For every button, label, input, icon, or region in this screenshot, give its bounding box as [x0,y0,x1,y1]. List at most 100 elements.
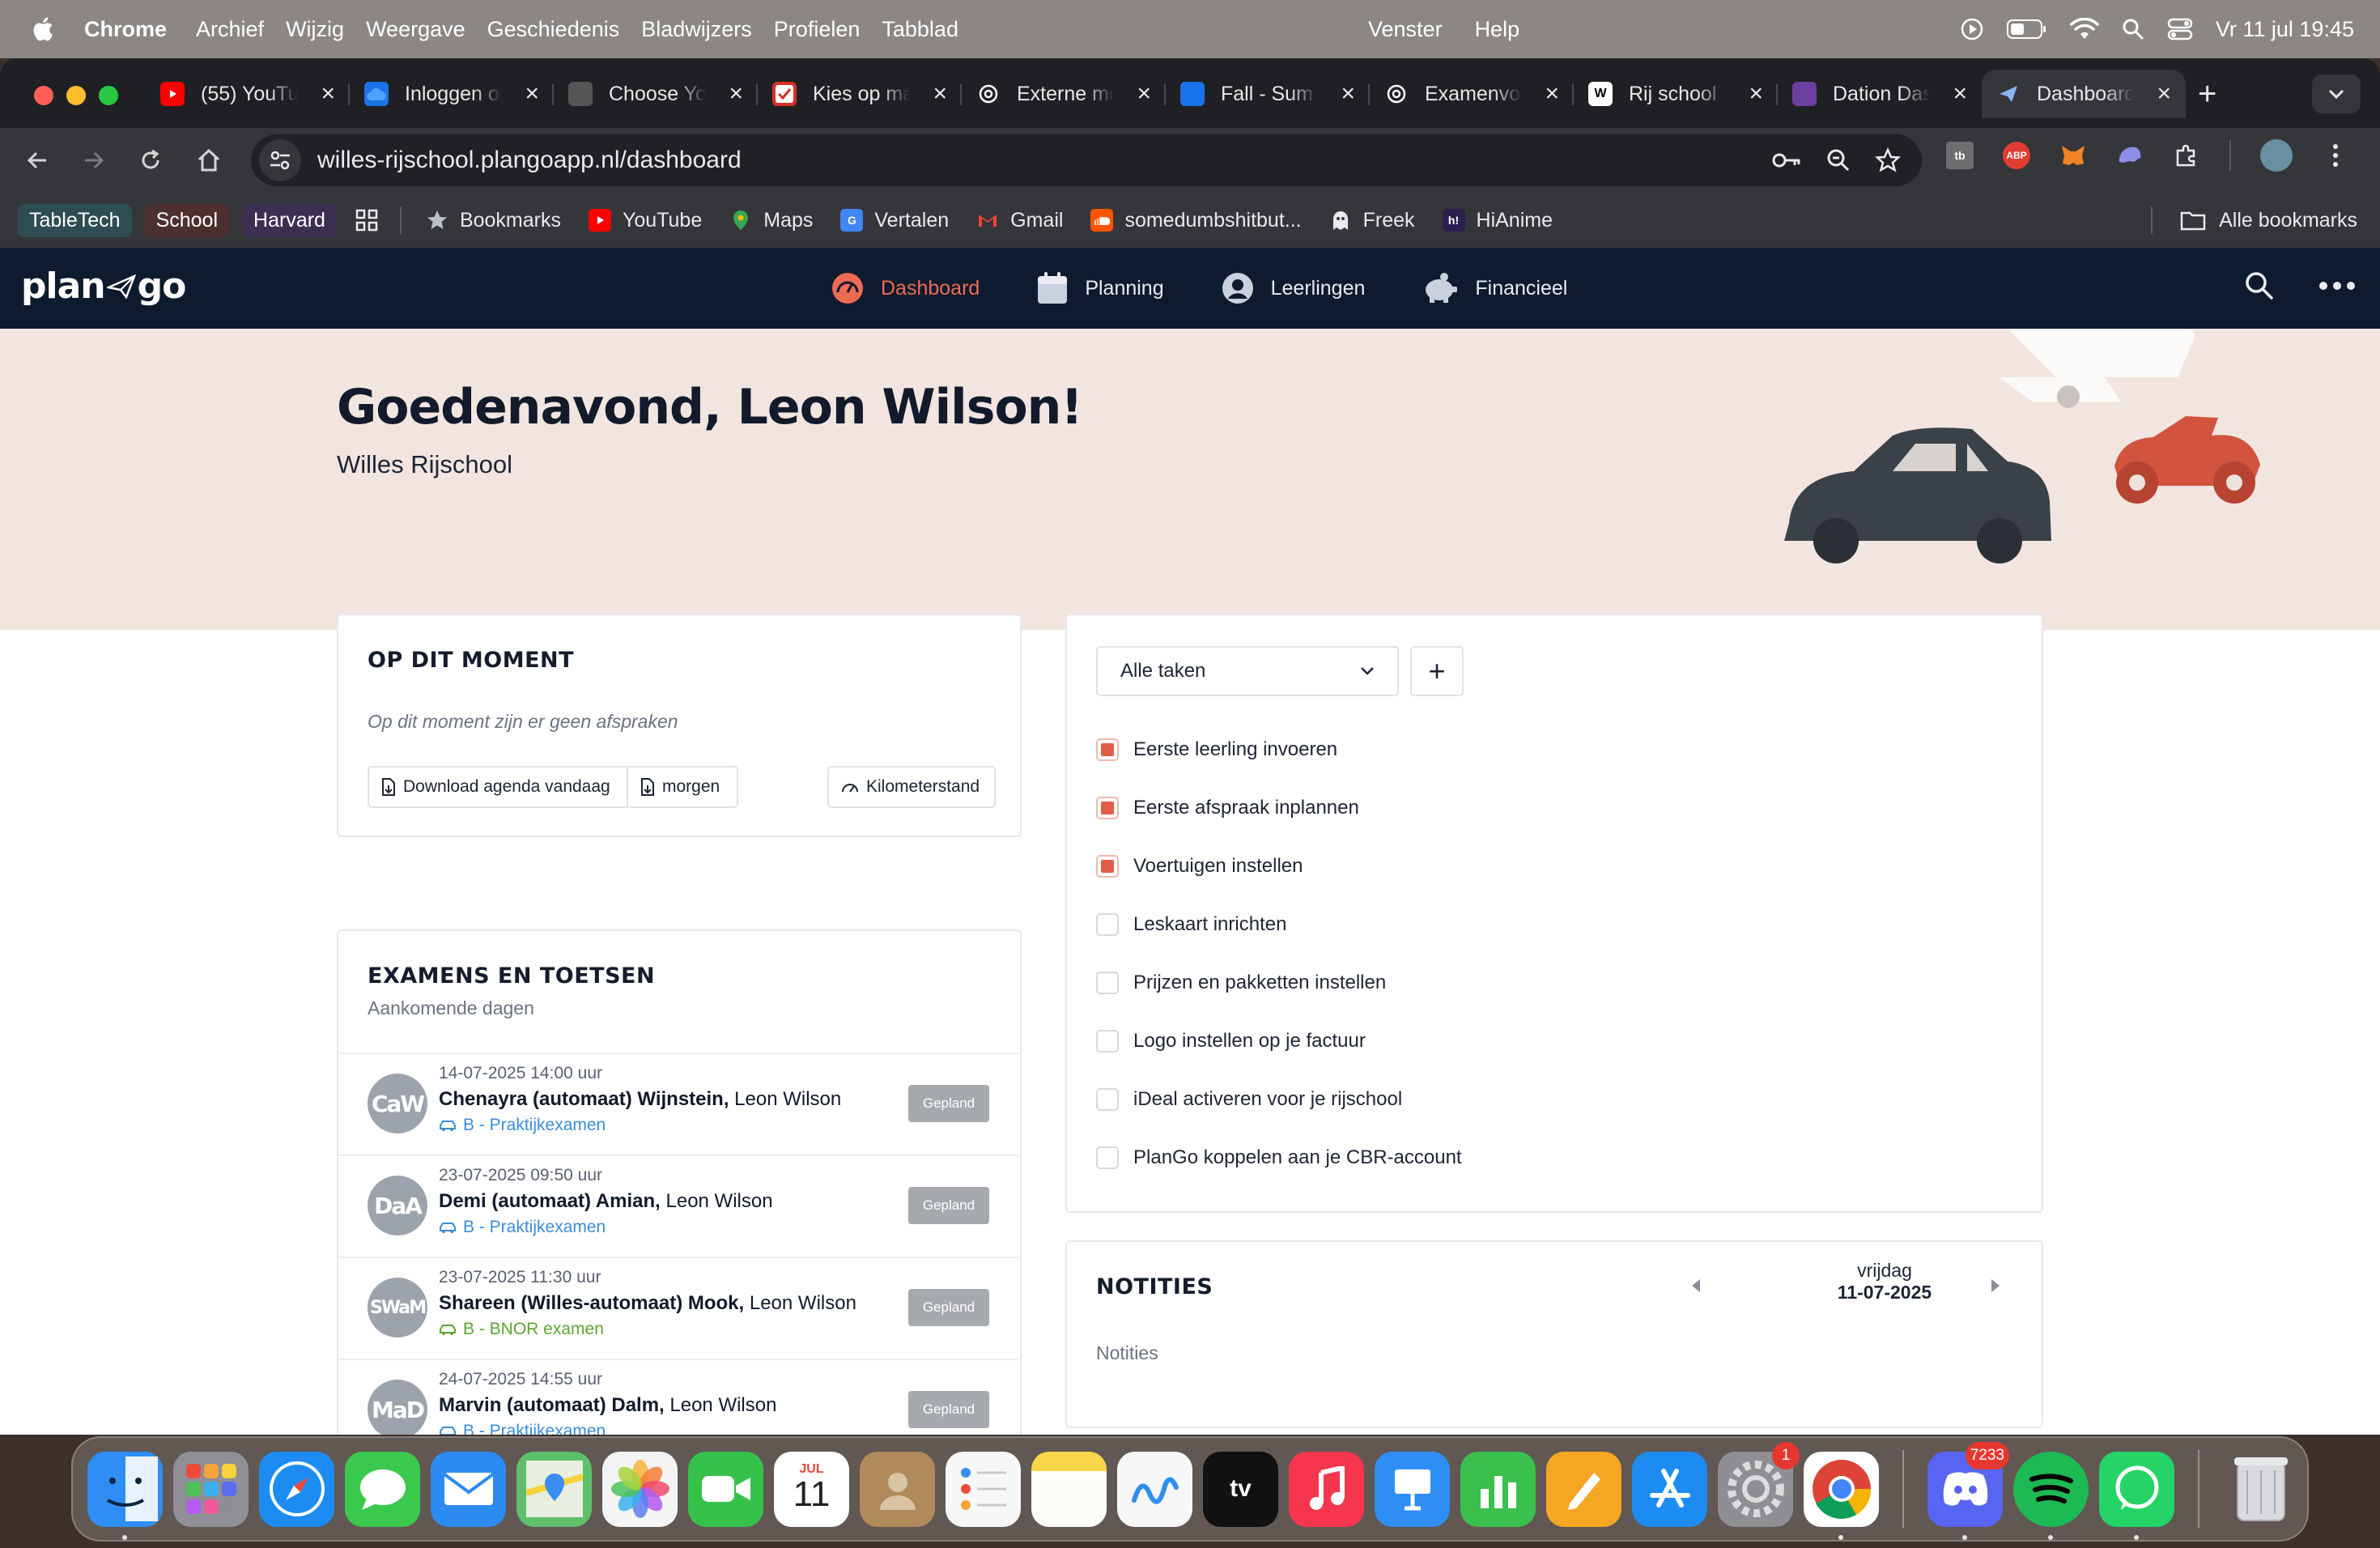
close-tab-icon[interactable]: × [1749,80,1763,108]
messages-icon[interactable] [345,1451,420,1527]
previous-day-icon[interactable] [1690,1278,1702,1294]
bookmark-hianime[interactable]: h! HiAnime [1442,209,1553,232]
maps-icon[interactable] [516,1451,592,1527]
bookmark-folder-harvard[interactable]: Harvard [242,203,337,237]
calendar-icon[interactable]: JUL 11 [774,1451,849,1527]
trash-icon[interactable] [2223,1452,2298,1527]
add-task-button[interactable]: + [1410,646,1464,696]
task-checkbox[interactable] [1096,797,1119,819]
task-item[interactable]: Leskaart inrichten [1096,913,1286,936]
exam-row[interactable]: SWaM 23-07-2025 11:30 uur Shareen (Willes-… [338,1257,1018,1359]
puzzle-extensions-icon[interactable] [2173,142,2200,169]
battery-icon[interactable] [2006,19,2047,40]
wifi-icon[interactable] [2070,18,2099,40]
nav-financieel[interactable]: Financieel [1422,272,1567,304]
browser-tab[interactable]: (55) YouTube × [146,70,350,118]
exam-row[interactable]: MaD 24-07-2025 14:55 uur Marvin (automaat)… [338,1359,1018,1435]
download-agenda-tomorrow-button[interactable]: morgen [627,766,738,808]
menu-geschiedenis[interactable]: Geschiedenis [487,17,620,42]
notes-icon[interactable] [1031,1451,1107,1527]
zoom-window-button[interactable] [99,86,118,105]
chrome-icon[interactable] [1804,1451,1879,1540]
task-item[interactable]: Prijzen en pakketten instellen [1096,972,1386,994]
nav-dashboard[interactable]: Dashboard [831,271,980,305]
spotify-icon[interactable] [2013,1451,2089,1540]
browser-tab[interactable]: Choose Your × [554,70,758,118]
task-item[interactable]: Eerste leerling invoeren [1096,738,1337,761]
ghost-extension-icon[interactable] [2116,142,2144,169]
exam-row[interactable]: DaA 23-07-2025 09:50 uur Demi (automaat) A… [338,1155,1018,1257]
menu-bladwijzers[interactable]: Bladwijzers [641,17,752,42]
close-tab-icon[interactable]: × [1953,80,1967,108]
task-checkbox[interactable] [1096,1146,1119,1169]
close-tab-icon[interactable]: × [1545,80,1559,108]
task-checkbox[interactable] [1096,1030,1119,1053]
menu-app-name[interactable]: Chrome [84,17,167,42]
spotlight-search-icon[interactable] [2122,18,2144,40]
discord-icon[interactable]: 7233 [1927,1441,2009,1540]
reload-button[interactable] [133,142,168,178]
browser-tab[interactable]: Inloggen op × [350,70,554,118]
appletv-icon[interactable]: tv [1203,1451,1278,1527]
browser-tab[interactable]: Fall - Sum × [1166,70,1370,118]
bookmark-folder-tabletech[interactable]: TableTech [18,203,132,237]
close-tab-icon[interactable]: × [321,80,335,108]
url-text[interactable]: willes-rijschool.plangoapp.nl/dashboard [317,147,742,174]
menu-profielen[interactable]: Profielen [774,17,861,42]
appstore-icon[interactable] [1632,1451,1707,1527]
bookmark-vertalen[interactable]: G Vertalen [840,209,949,232]
music-icon[interactable] [1289,1451,1364,1527]
keynote-icon[interactable] [1375,1451,1450,1527]
tab-search-button[interactable] [2312,74,2361,113]
bookmark-soundcloud[interactable]: somedumbshitbut... [1090,209,1302,232]
adblock-plus-icon[interactable]: ABP [2003,142,2030,169]
contacts-icon[interactable] [860,1451,935,1527]
reminders-icon[interactable] [946,1451,1021,1527]
next-day-icon[interactable] [1990,1278,2001,1294]
notes-textarea[interactable]: Notities [1096,1342,2011,1391]
menu-venster[interactable]: Venster [1368,17,1443,42]
apple-icon[interactable] [31,15,58,43]
browser-tab[interactable]: Dation Das × [1778,70,1982,118]
close-tab-icon[interactable]: × [933,80,947,108]
browser-tab[interactable]: Examenvoor × [1370,70,1574,118]
facetime-icon[interactable] [688,1451,763,1527]
address-bar[interactable]: willes-rijschool.plangoapp.nl/dashboard [251,134,1922,186]
task-item[interactable]: iDeal activeren voor je rijschool [1096,1088,1402,1111]
chrome-menu-icon[interactable] [2322,142,2349,169]
control-center-icon[interactable] [2167,18,2193,40]
minimize-window-button[interactable] [66,86,86,105]
close-tab-icon[interactable]: × [729,80,743,108]
nav-planning[interactable]: Planning [1036,271,1164,305]
finder-icon[interactable] [87,1451,163,1540]
zoom-icon[interactable] [1826,148,1851,172]
task-item[interactable]: PlanGo koppelen aan je CBR-account [1096,1146,1462,1169]
launchpad-icon[interactable] [173,1451,249,1527]
task-item[interactable]: Logo instellen op je factuur [1096,1030,1366,1053]
bookmark-star-icon[interactable] [1875,147,1901,173]
task-checkbox[interactable] [1096,738,1119,761]
task-item[interactable]: Eerste afspraak inplannen [1096,797,1359,819]
close-tab-icon[interactable]: × [1341,80,1355,108]
search-icon[interactable] [2244,270,2275,301]
task-checkbox[interactable] [1096,972,1119,994]
browser-tab[interactable]: Externe mod × [962,70,1166,118]
menu-help[interactable]: Help [1475,17,1520,42]
home-button[interactable] [191,142,227,178]
task-checkbox[interactable] [1096,913,1119,936]
safari-icon[interactable] [259,1451,334,1527]
back-button[interactable] [19,142,55,178]
mileage-button[interactable]: Kilometerstand [827,766,996,808]
menu-weergave[interactable]: Weergave [366,17,465,42]
key-icon[interactable] [1771,151,1802,169]
menu-archief[interactable]: Archief [196,17,264,42]
pages-icon[interactable] [1546,1451,1621,1527]
menubar-clock[interactable]: Vr 11 jul 19:45 [2216,17,2354,42]
exam-row[interactable]: CaW 14-07-2025 14:00 uur Chenayra (automaa… [338,1053,1018,1155]
close-tab-icon[interactable]: × [2157,80,2171,108]
close-tab-icon[interactable]: × [1137,80,1151,108]
mail-icon[interactable] [431,1451,506,1527]
bookmark-gmail[interactable]: Gmail [976,209,1063,232]
settings-icon[interactable]: 1 [1718,1441,1800,1527]
freeform-icon[interactable] [1117,1451,1192,1527]
